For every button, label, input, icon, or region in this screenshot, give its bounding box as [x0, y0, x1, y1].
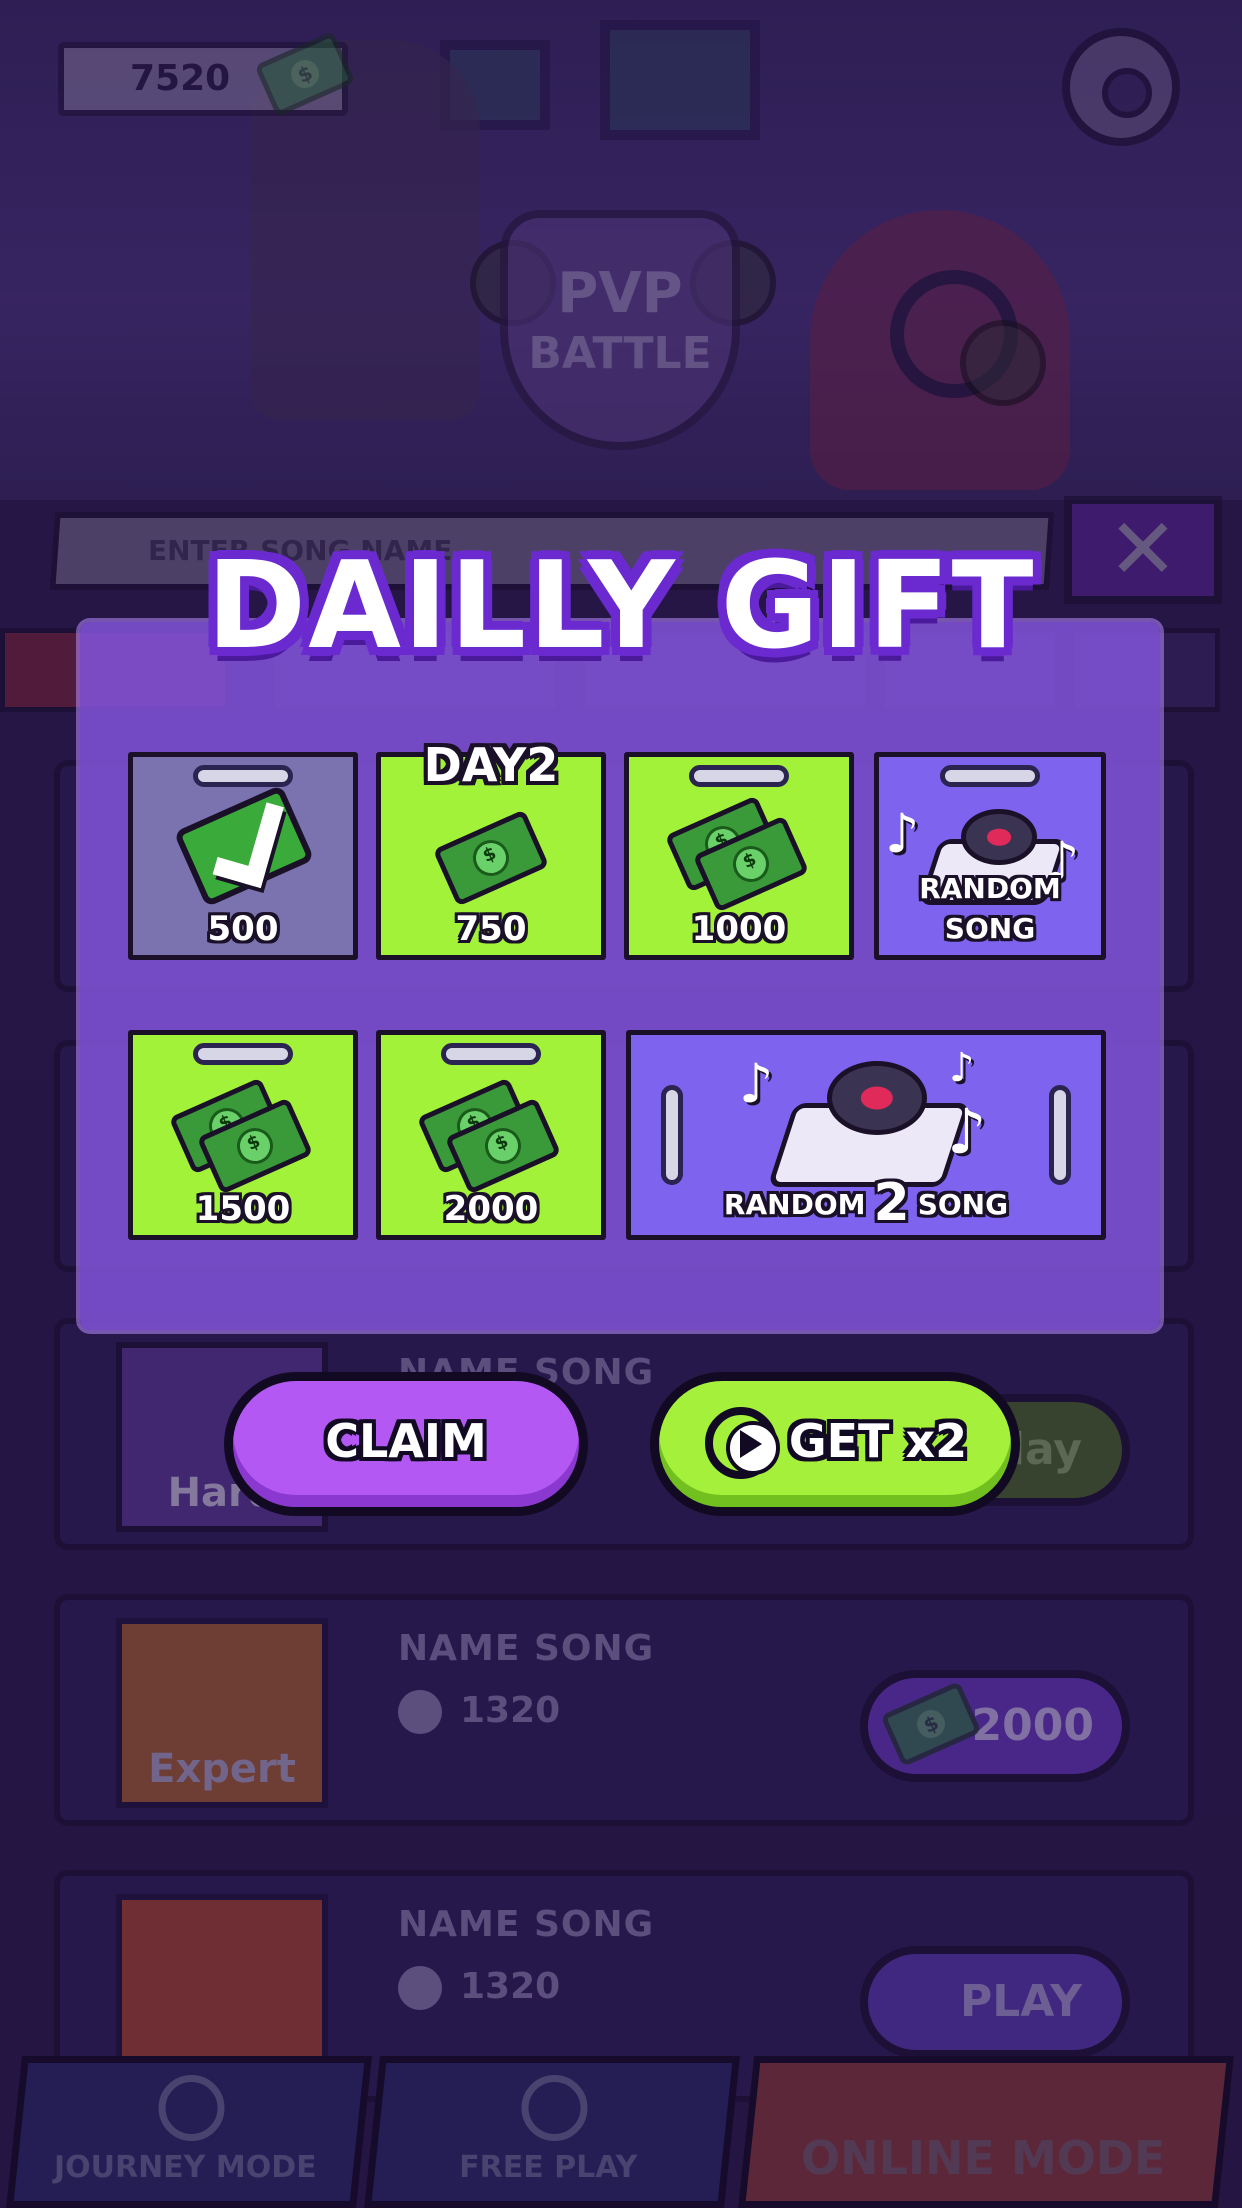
reward-label: 500	[207, 909, 279, 949]
reward-label: 2000	[443, 1189, 539, 1229]
clip-icon	[940, 765, 1040, 787]
music-note-icon: ♪	[949, 1045, 975, 1091]
clip-icon	[193, 1043, 293, 1065]
reward-label: RANDOM 2 SONG	[631, 1177, 1101, 1229]
play-video-icon	[705, 1407, 780, 1479]
reward-label-suffix: SONG	[917, 1188, 1009, 1221]
music-note-icon: ♪	[947, 1095, 987, 1168]
reward-tile-day7[interactable]: ♪ ♪ ♪ RANDOM 2 SONG	[626, 1030, 1106, 1240]
daily-gift-title: DAILLY GIFT	[206, 537, 1036, 676]
cash-icon	[432, 809, 550, 907]
clip-icon	[441, 1043, 541, 1065]
get-x2-button[interactable]: GET x2	[650, 1372, 1020, 1516]
claim-label: CLAIM	[325, 1414, 487, 1468]
reward-tile-day4[interactable]: ♪ ♪ RANDOM SONG	[874, 752, 1106, 960]
reward-label: 1500	[195, 1189, 291, 1229]
reward-label-prefix: RANDOM	[723, 1188, 866, 1221]
clip-icon	[661, 1085, 683, 1185]
reward-label: 750	[455, 909, 527, 949]
reward-label: RANDOM SONG	[919, 872, 1061, 945]
claim-button[interactable]: CLAIM	[224, 1372, 588, 1516]
reward-tile-day1[interactable]: 500	[128, 752, 358, 960]
clip-icon	[193, 765, 293, 787]
record-icon	[961, 809, 1037, 865]
reward-tile-day6[interactable]: 2000	[376, 1030, 606, 1240]
check-cash-icon	[173, 784, 315, 908]
reward-tile-day3[interactable]: 1000	[624, 752, 854, 960]
reward-label-count: 2	[873, 1173, 910, 1233]
record-icon	[827, 1061, 927, 1135]
music-note-icon: ♪	[885, 802, 920, 865]
clip-icon	[1049, 1085, 1071, 1185]
get-x2-label: GET x2	[788, 1414, 968, 1468]
reward-label: 1000	[691, 909, 787, 949]
music-note-icon: ♪	[739, 1052, 774, 1115]
clip-icon	[689, 765, 789, 787]
reward-tile-day2[interactable]: DAY2 750	[376, 739, 606, 960]
reward-tile-day5[interactable]: 1500	[128, 1030, 358, 1240]
day-tag: DAY2	[423, 738, 559, 792]
